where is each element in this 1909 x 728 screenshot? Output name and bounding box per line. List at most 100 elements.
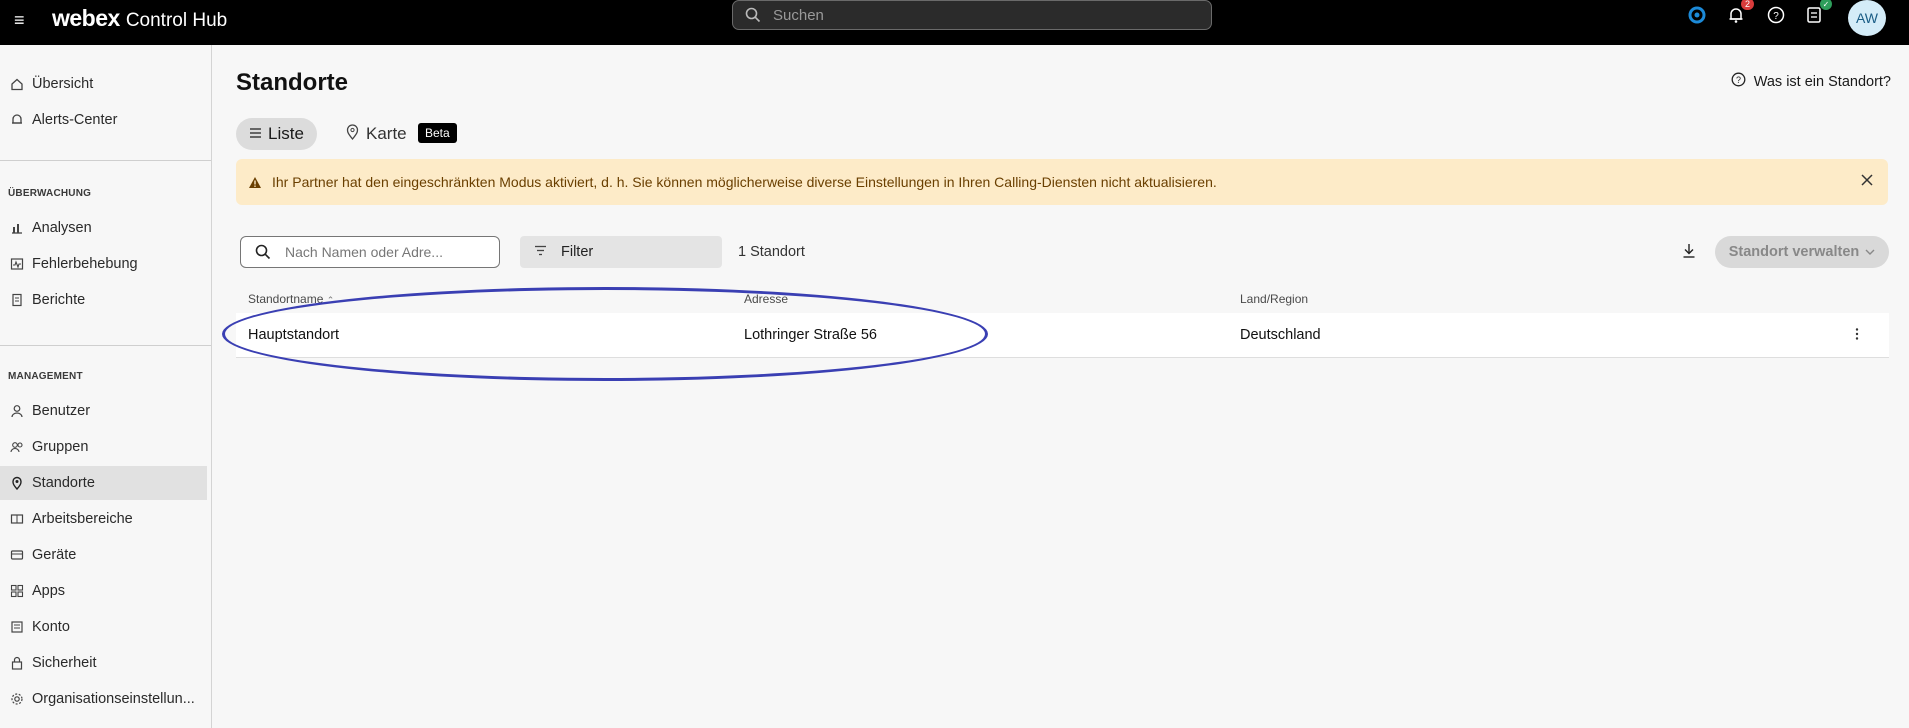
report-icon (10, 293, 32, 307)
brand-name: webex (52, 5, 120, 31)
sidebar-item-users[interactable]: Benutzer (0, 394, 207, 428)
chart-icon (10, 221, 32, 235)
sidebar-item-groups[interactable]: Gruppen (0, 430, 207, 464)
tasks-icon[interactable]: ✓ (1803, 0, 1832, 26)
workspace-icon (10, 512, 32, 526)
tab-list[interactable]: Liste (236, 118, 317, 150)
banner-text: Ihr Partner hat den eingeschränkten Modu… (272, 174, 1217, 190)
sidebar-item-security[interactable]: Sicherheit (0, 646, 207, 680)
device-icon (10, 548, 32, 562)
sidebar-item-reports[interactable]: Berichte (0, 283, 207, 317)
filter-label: Filter (561, 244, 594, 260)
sidebar-item-overview[interactable]: Übersicht (0, 67, 207, 101)
sidebar-item-analytics[interactable]: Analysen (0, 211, 207, 245)
sidebar-item-label: Berichte (32, 292, 86, 308)
what-is-location-link[interactable]: ? Was ist ein Standort? (1731, 72, 1891, 91)
sidebar-item-label: Sicherheit (32, 655, 97, 671)
page-title: Standorte (236, 69, 349, 96)
location-search-input[interactable]: Nach Namen oder Adre... (240, 236, 500, 268)
section-title-management: MANAGEMENT (8, 371, 83, 382)
cell-country: Deutschland (1240, 327, 1321, 343)
column-label: Standortname (248, 292, 324, 306)
help-circle-icon: ? (1731, 72, 1746, 91)
account-icon (10, 620, 32, 634)
chevron-down-icon (1865, 244, 1875, 260)
sidebar-item-label: Alerts-Center (32, 112, 118, 128)
sidebar-item-locations[interactable]: Standorte (0, 466, 207, 500)
sidebar-item-label: Fehlerbehebung (32, 256, 138, 272)
location-count: 1 Standort (738, 244, 805, 260)
sidebar-divider (0, 160, 211, 161)
search-placeholder: Nach Namen oder Adre... (285, 244, 443, 260)
notification-badge: 2 (1740, 0, 1754, 10)
sidebar-item-troubleshooting[interactable]: Fehlerbehebung (0, 247, 207, 281)
global-search-input[interactable]: Suchen (732, 0, 1212, 30)
section-title-monitoring: ÜBERWACHUNG (8, 188, 92, 199)
sidebar-item-account[interactable]: Konto (0, 610, 207, 644)
map-pin-icon (346, 123, 359, 145)
help-icon[interactable]: ? (1765, 4, 1787, 26)
sidebar-item-apps[interactable]: Apps (0, 574, 207, 608)
pulse-icon (10, 257, 32, 271)
sidebar-item-devices[interactable]: Geräte (0, 538, 207, 572)
column-header-country[interactable]: Land/Region (1240, 292, 1308, 306)
apps-icon (10, 584, 32, 598)
manage-location-button[interactable]: Standort verwalten (1715, 236, 1889, 268)
warning-icon (248, 176, 262, 189)
location-icon (10, 476, 32, 490)
sidebar-item-label: Standorte (32, 475, 95, 491)
sidebar-item-label: Analysen (32, 220, 92, 236)
sidebar-item-label: Konto (32, 619, 70, 635)
sidebar-item-label: Apps (32, 583, 66, 599)
sidebar-item-label: Arbeitsbereiche (32, 511, 133, 527)
restricted-mode-banner: Ihr Partner hat den eingeschränkten Modu… (236, 159, 1888, 205)
webex-app-icon[interactable] (1686, 4, 1708, 26)
menu-icon[interactable]: ≡ (14, 10, 25, 30)
close-icon[interactable] (1860, 173, 1874, 190)
home-icon (10, 77, 32, 91)
search-icon (733, 7, 773, 23)
cell-location-name: Hauptstandort (248, 327, 340, 343)
more-options-icon[interactable] (1855, 327, 1859, 345)
list-icon (249, 124, 262, 144)
sidebar-item-label: Organisationseinstellun... (32, 691, 195, 707)
sidebar-item-label: Gruppen (32, 439, 89, 455)
top-bar: ≡ webex Control Hub Suchen 2 ? ✓ AW (0, 0, 1909, 45)
search-icon (241, 244, 285, 260)
user-icon (10, 404, 32, 418)
sidebar-item-workspaces[interactable]: Arbeitsbereiche (0, 502, 207, 536)
lock-icon (10, 656, 32, 670)
cell-address: Lothringer Straße 56 (744, 327, 877, 343)
group-icon (10, 440, 32, 454)
download-icon[interactable] (1682, 243, 1696, 264)
avatar[interactable]: AW (1848, 0, 1886, 36)
brand-app-name: Control Hub (125, 10, 228, 31)
column-header-name[interactable]: Standortname ⌃ (248, 292, 334, 306)
sidebar: Übersicht Alerts-Center ÜBERWACHUNG Anal… (0, 45, 212, 728)
notifications-icon[interactable]: 2 (1725, 0, 1754, 26)
sidebar-item-alerts[interactable]: Alerts-Center (0, 103, 207, 137)
column-header-address[interactable]: Adresse (744, 292, 788, 306)
filter-button[interactable]: Filter (520, 236, 722, 268)
check-badge-icon: ✓ (1820, 0, 1832, 10)
help-link-label: Was ist ein Standort? (1753, 73, 1891, 90)
sidebar-item-label: Geräte (32, 547, 77, 563)
svg-text:?: ? (1736, 75, 1741, 85)
main-content: Standorte ? Was ist ein Standort? Liste … (213, 45, 1909, 728)
filter-icon (534, 244, 547, 260)
tab-list-label: Liste (268, 124, 304, 143)
sort-asc-icon: ⌃ (326, 295, 335, 305)
sidebar-item-label: Benutzer (32, 403, 91, 419)
search-placeholder: Suchen (773, 6, 824, 24)
sidebar-item-org-settings[interactable]: Organisationseinstellun... (0, 682, 207, 716)
brand-logo[interactable]: webex Control Hub (52, 5, 227, 32)
svg-text:?: ? (1773, 11, 1779, 22)
tab-map-label: Karte (366, 124, 407, 143)
table-header: Standortname ⌃ Adresse Land/Region (236, 288, 1889, 311)
bell-icon (10, 113, 32, 127)
gear-icon (10, 692, 32, 706)
beta-badge: Beta (418, 123, 457, 143)
tab-map[interactable]: Karte (346, 118, 407, 150)
table-row[interactable]: Hauptstandort Lothringer Straße 56 Deuts… (236, 313, 1889, 358)
sidebar-divider (0, 345, 211, 346)
